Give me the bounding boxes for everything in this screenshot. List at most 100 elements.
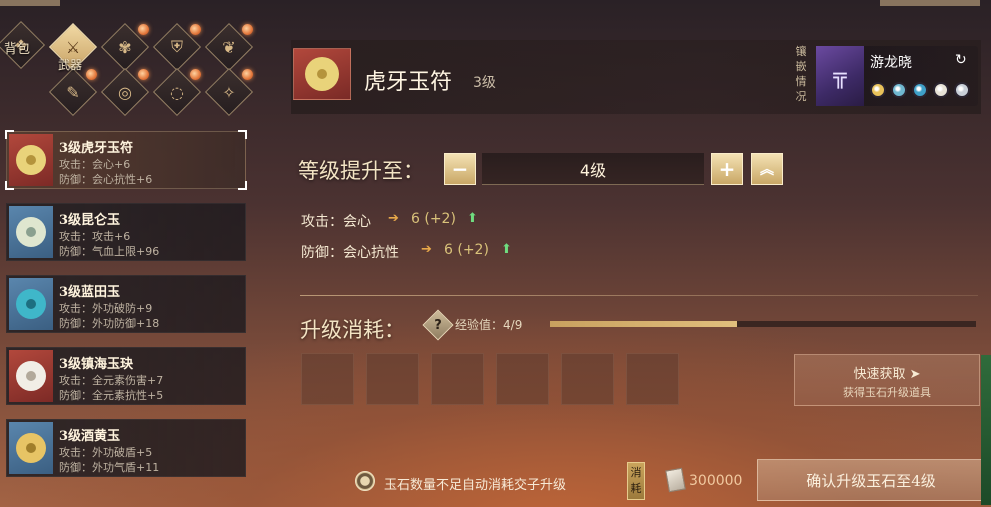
material-slot[interactable] bbox=[496, 353, 549, 405]
jade-item-icon bbox=[9, 278, 53, 330]
inlaid-gem-icon[interactable] bbox=[954, 82, 970, 98]
tab-backpack-label[interactable]: 背包 bbox=[4, 38, 30, 57]
arrow-right-icon: ➔ bbox=[388, 211, 399, 226]
quick-obtain-button[interactable]: 快速获取 ➤ 获得玉石升级道具 bbox=[794, 354, 980, 406]
notification-dot bbox=[86, 69, 97, 80]
jade-disc-icon bbox=[16, 145, 46, 175]
selection-corner bbox=[238, 130, 247, 139]
inlaid-gem-icon[interactable] bbox=[912, 82, 928, 98]
currency-icon bbox=[665, 467, 686, 493]
section-divider bbox=[300, 295, 978, 296]
quick-obtain-label: 快速获取 bbox=[853, 367, 906, 382]
increase-arrow-icon: ⬆ bbox=[501, 242, 512, 257]
auto-consume-label[interactable]: 玉石数量不足自动消耗交子升级 bbox=[384, 474, 566, 493]
quick-obtain-title: 快速获取 ➤ bbox=[795, 363, 979, 382]
jade-disc-icon bbox=[305, 57, 339, 91]
quick-obtain-subtitle: 获得玉石升级道具 bbox=[843, 386, 931, 399]
max-level-button[interactable]: ︽ bbox=[751, 153, 783, 185]
level-up-title: 等级提升至： bbox=[298, 159, 424, 183]
jade-disc-hole bbox=[317, 69, 327, 79]
jade-disc-hole bbox=[26, 371, 36, 381]
ring-icon: ◎ bbox=[118, 82, 132, 102]
increase-arrow-icon: ⬆ bbox=[467, 211, 478, 226]
selection-corner bbox=[5, 181, 14, 190]
boots-icon: ❦ bbox=[222, 37, 236, 57]
jade-disc-icon bbox=[16, 289, 46, 319]
jade-item-attack: 攻击：会心+6 bbox=[59, 158, 131, 171]
tab-weapon-label[interactable]: 武器 bbox=[58, 56, 82, 73]
jade-disc-icon bbox=[16, 217, 46, 247]
jade-item-card[interactable]: 3级虎牙玉符 攻击：会心+6 防御：会心抗性+6 bbox=[5, 130, 247, 190]
inlaid-gem-icon[interactable] bbox=[891, 82, 907, 98]
notification-dot bbox=[138, 24, 149, 35]
jade-item-card[interactable]: 3级昆仑玉 攻击：攻击+6 防御：气血上限+96 bbox=[6, 203, 246, 261]
jade-item-card[interactable]: 3级镇海玉玦 攻击：全元素伤害+7 防御：全元素抗性+5 bbox=[6, 347, 246, 405]
attr-defense-value: 6 (+2) bbox=[444, 242, 489, 258]
jade-item-attack: 攻击：全元素伤害+7 bbox=[59, 374, 164, 387]
jade-disc-hole bbox=[26, 155, 36, 165]
feather-icon: ✎ bbox=[66, 82, 80, 102]
attr-attack-label: 攻击：会心 bbox=[301, 214, 371, 230]
jade-item-name: 3级镇海玉玦 bbox=[59, 357, 134, 372]
jade-item-attack: 攻击：外功破盾+5 bbox=[59, 446, 153, 459]
jade-item-defense: 防御：会心抗性+6 bbox=[59, 173, 153, 186]
jade-item-attack: 攻击：攻击+6 bbox=[59, 230, 131, 243]
jade-item-card[interactable]: 3级酒黄玉攻击：外功破盾+5 防御：外功气盾+11 bbox=[6, 419, 246, 477]
chevron-right-icon: ➤ bbox=[909, 367, 921, 382]
bracelet-icon: ◌ bbox=[170, 82, 184, 102]
swap-icon[interactable]: ↻ bbox=[955, 52, 967, 68]
jade-disc-hole bbox=[26, 299, 36, 309]
material-slot[interactable] bbox=[626, 353, 679, 405]
jade-item-name: 3级酒黄玉 bbox=[59, 429, 121, 444]
jade-item-icon bbox=[9, 206, 53, 258]
jade-disc-hole bbox=[26, 227, 36, 237]
weapon-name: 游龙晓 bbox=[870, 55, 912, 71]
weapon-thumbnail[interactable]: ╦ bbox=[816, 46, 864, 106]
inlay-status-label: 镶嵌情况 bbox=[795, 45, 807, 103]
upgrade-cost-title: 升级消耗： bbox=[300, 318, 405, 342]
notification-dot bbox=[242, 69, 253, 80]
jade-disc-hole bbox=[26, 443, 36, 453]
exp-value: 4/9 bbox=[503, 318, 523, 332]
jade-item-name: 3级虎牙玉符 bbox=[59, 141, 134, 156]
jade-item-icon bbox=[9, 134, 53, 186]
exp-label: 经验值：4/9 bbox=[455, 316, 522, 333]
jade-item-card[interactable]: 3级蓝田玉 攻击：外功破防+9 防御：外功防御+18 bbox=[6, 275, 246, 333]
selection-corner bbox=[5, 130, 14, 139]
selected-item-title: 虎牙玉符 bbox=[364, 70, 453, 95]
upgrade-cost-value: 300000 bbox=[689, 473, 743, 489]
exp-label-text: 经验值： bbox=[455, 318, 504, 332]
selected-item-icon bbox=[293, 48, 351, 100]
jade-item-defense: 防御：外功气盾+11 bbox=[59, 461, 160, 474]
notification-dot bbox=[242, 24, 253, 35]
jade-item-name: 3级昆仑玉 bbox=[59, 213, 121, 228]
confirm-upgrade-button[interactable]: 确认升级玉石至4级 bbox=[757, 459, 985, 501]
attr-attack-value: 6 (+2) bbox=[411, 211, 456, 227]
material-slot[interactable] bbox=[561, 353, 614, 405]
jade-item-attack: 攻击：外功破防+9 bbox=[59, 302, 153, 315]
decrease-level-button[interactable]: − bbox=[444, 153, 476, 185]
target-level-field[interactable]: 4级 bbox=[482, 153, 704, 185]
selection-corner bbox=[238, 181, 247, 190]
help-icon-glyph: ? bbox=[434, 317, 442, 333]
exp-progress-bar bbox=[550, 321, 976, 327]
jade-upgrade-screen: ❖ ⚔ ✾ ⛨ ❦ ✎ ◎ ◌ ✧ 背包 武器 3级虎牙玉符 攻击：会心+6 防御：会心抗性+6 3级… bbox=[0, 0, 991, 507]
jade-item-icon bbox=[9, 422, 53, 474]
jade-item-defense: 防御：外功防御+18 bbox=[59, 317, 160, 330]
increase-level-button[interactable]: + bbox=[711, 153, 743, 185]
auto-consume-toggle[interactable] bbox=[355, 471, 375, 491]
material-slot[interactable] bbox=[301, 353, 354, 405]
consume-tag: 消耗 bbox=[627, 462, 645, 500]
inlaid-gem-icon[interactable] bbox=[870, 82, 886, 98]
lotus-icon: ✾ bbox=[118, 37, 132, 57]
top-frame-decoration bbox=[880, 0, 980, 6]
notification-dot bbox=[190, 24, 201, 35]
notification-dot bbox=[138, 69, 149, 80]
armor-icon: ⛨ bbox=[170, 37, 183, 56]
exp-progress-fill bbox=[550, 321, 738, 327]
arrow-right-icon: ➔ bbox=[421, 242, 432, 257]
help-icon[interactable]: ? bbox=[422, 309, 454, 341]
inlaid-gem-icon[interactable] bbox=[933, 82, 949, 98]
material-slot[interactable] bbox=[366, 353, 419, 405]
material-slot[interactable] bbox=[431, 353, 484, 405]
